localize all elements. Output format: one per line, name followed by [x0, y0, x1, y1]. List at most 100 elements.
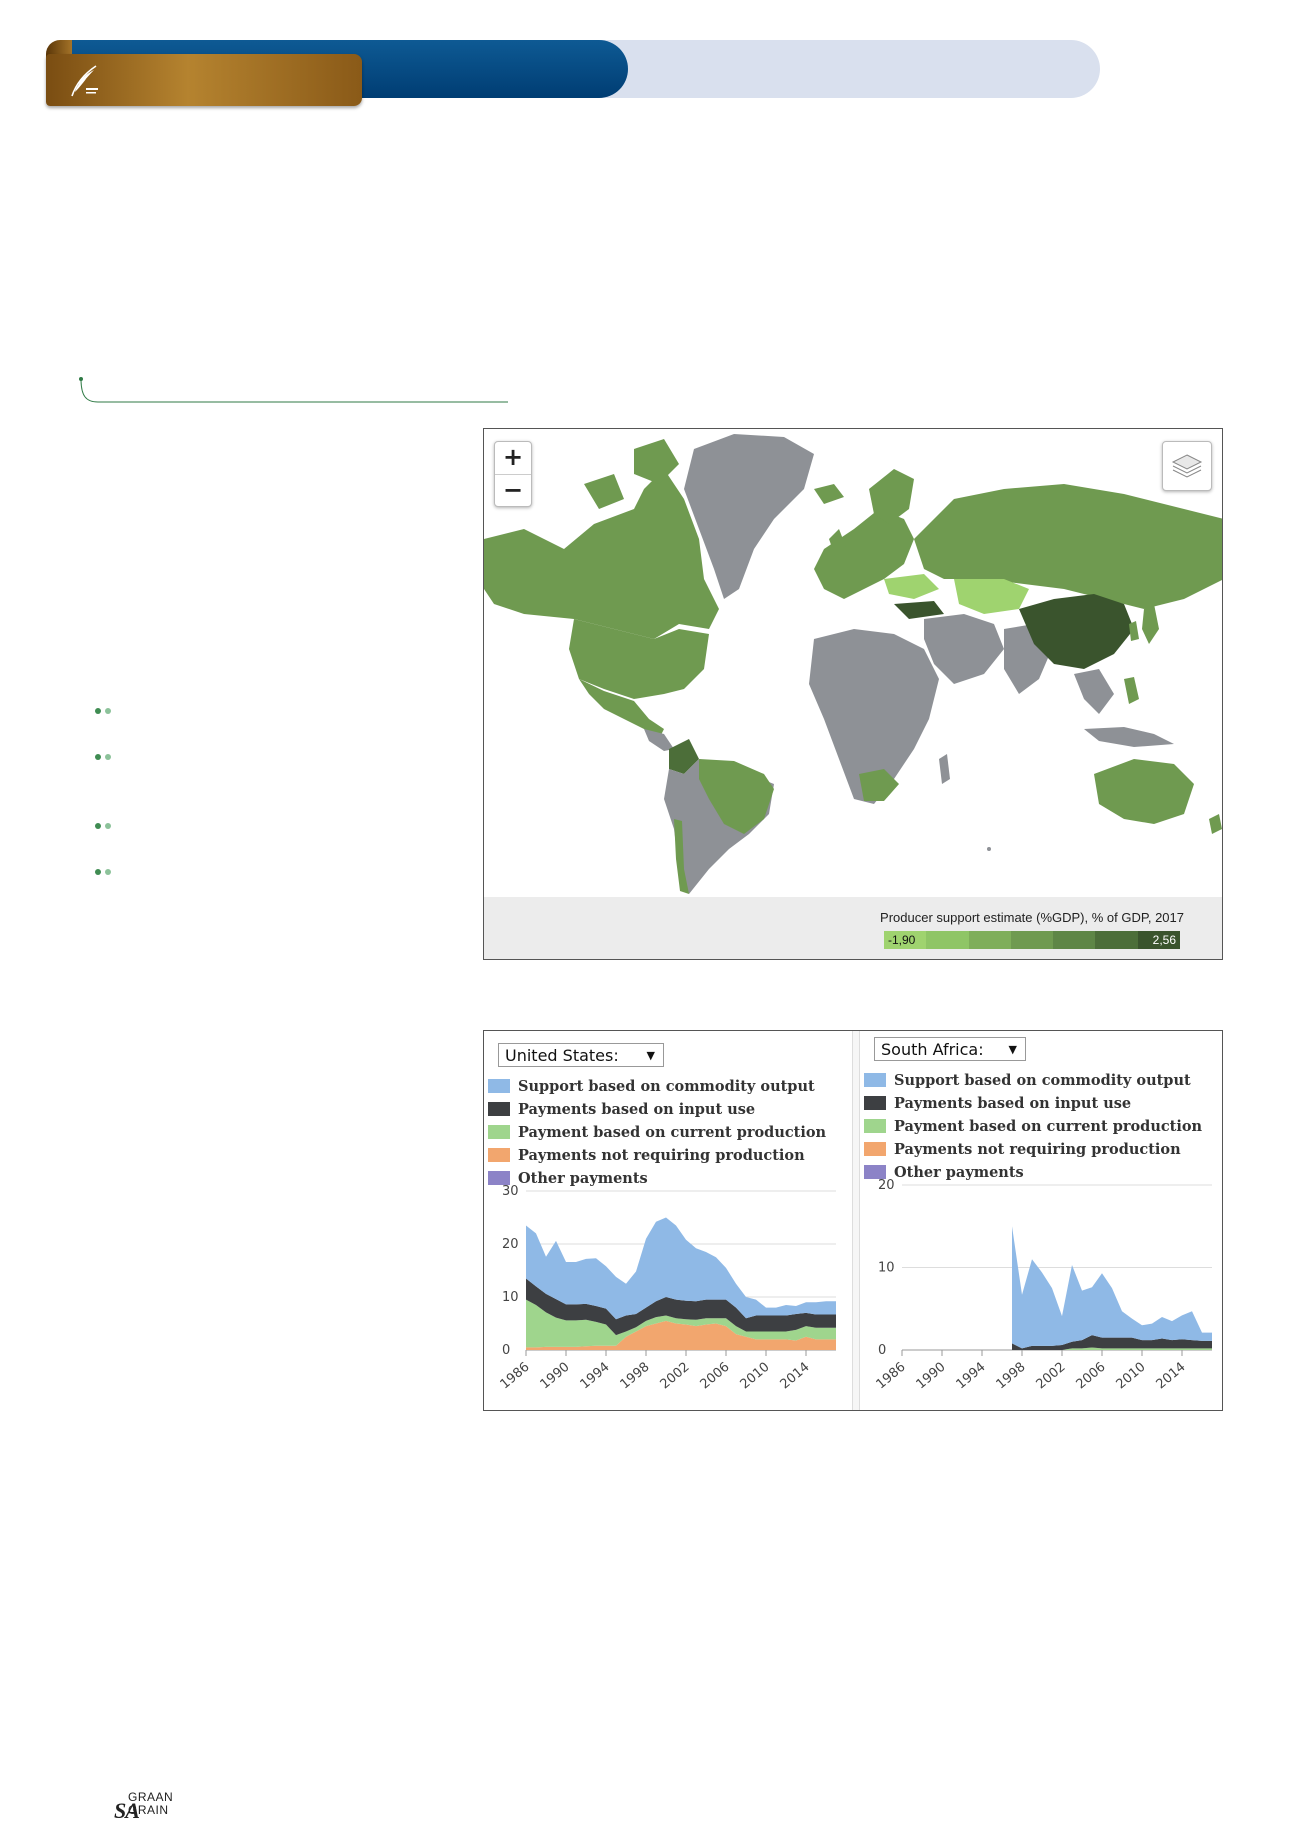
- legend-item[interactable]: Payments not requiring production: [864, 1138, 1202, 1161]
- map-region-indonesia: [1084, 727, 1174, 747]
- x-tick-label: 2002: [658, 1360, 693, 1393]
- chart-legend: Support based on commodity output Payment…: [864, 1069, 1202, 1184]
- map-region-arctic-islands: [634, 439, 679, 484]
- footer-logo-graan: GRAAN: [128, 1790, 174, 1804]
- legend-label: Payment based on current production: [518, 1124, 827, 1141]
- layers-button[interactable]: [1162, 441, 1212, 491]
- map-region-new-zealand: [1209, 814, 1222, 834]
- x-tick-label: 1994: [954, 1360, 989, 1393]
- y-tick-label: 0: [502, 1343, 510, 1358]
- section-divider: [79, 377, 508, 403]
- y-tick-label: 0: [878, 1343, 886, 1358]
- map-region-arctic-islands: [584, 474, 624, 509]
- legend-max-value: 2,56: [1152, 933, 1176, 947]
- y-tick-label: 10: [878, 1261, 895, 1276]
- legend-color-scale: -1,90 2,56: [884, 931, 1180, 949]
- legend-title: Producer support estimate (%GDP), % of G…: [880, 910, 1184, 925]
- legend-label: Payment based on current production: [894, 1118, 1203, 1135]
- x-tick-label: 2002: [1034, 1360, 1069, 1393]
- country-select-united-states[interactable]: United States: ▼: [498, 1043, 664, 1067]
- legend-scale-step: [1010, 931, 1054, 949]
- legend-swatch: [864, 1119, 886, 1133]
- legend-label: Payments not requiring production: [894, 1141, 1181, 1158]
- legend-label: Payments not requiring production: [518, 1147, 805, 1164]
- footer-logo-grain: GRAIN: [128, 1803, 169, 1817]
- header-banner-light: [560, 40, 1100, 98]
- country-select-value: United States:: [505, 1046, 619, 1065]
- y-tick-label: 30: [502, 1184, 519, 1199]
- x-tick-label: 1986: [498, 1360, 533, 1393]
- wheat-logo-icon: [71, 65, 98, 97]
- legend-item[interactable]: Payments based on input use: [864, 1092, 1202, 1115]
- chart-legend: Support based on commodity output Payment…: [488, 1075, 826, 1190]
- map-legend: Producer support estimate (%GDP), % of G…: [484, 897, 1222, 959]
- map-region-kazakhstan: [954, 579, 1029, 614]
- legend-item[interactable]: Payments not requiring production: [488, 1144, 826, 1167]
- dropdown-arrow-icon: ▼: [1008, 1043, 1017, 1056]
- footer-logo: SA GRAAN GRAIN: [114, 1790, 184, 1823]
- map-region-japan: [1142, 604, 1159, 644]
- legend-swatch: [488, 1079, 510, 1093]
- map-region-turkey: [894, 601, 944, 619]
- bullet-marker: [95, 867, 115, 877]
- x-tick-label: 2010: [738, 1360, 773, 1393]
- map-region-southeast-asia: [1074, 669, 1114, 714]
- legend-swatch: [864, 1142, 886, 1156]
- map-region-korea: [1129, 621, 1139, 641]
- legend-label: Payments based on input use: [894, 1095, 1132, 1112]
- x-tick-label: 2006: [1074, 1360, 1109, 1393]
- legend-min-value: -1,90: [888, 933, 916, 947]
- y-tick-label: 20: [502, 1237, 519, 1252]
- x-tick-label: 2014: [1154, 1360, 1189, 1393]
- legend-scale-step: [926, 931, 969, 949]
- chart-panel-south-africa: South Africa: ▼ Support based on commodi…: [860, 1031, 1226, 1410]
- x-tick-label: 1990: [914, 1360, 949, 1393]
- legend-swatch: [488, 1148, 510, 1162]
- zoom-in-button[interactable]: +: [495, 442, 531, 475]
- x-tick-label: 1994: [578, 1360, 613, 1393]
- legend-swatch: [488, 1102, 510, 1116]
- layers-icon: [1171, 454, 1203, 478]
- y-tick-label: 10: [502, 1290, 519, 1305]
- x-tick-label: 1998: [618, 1360, 653, 1393]
- legend-item[interactable]: Payment based on current production: [488, 1121, 826, 1144]
- support-charts-figure: United States: ▼ Support based on commod…: [483, 1030, 1223, 1411]
- legend-label: Support based on commodity output: [518, 1078, 815, 1095]
- zoom-controls: + −: [494, 441, 532, 507]
- x-tick-label: 2014: [778, 1360, 813, 1393]
- chart-panel-united-states: United States: ▼ Support based on commod…: [484, 1031, 850, 1410]
- map-region-australia: [1094, 759, 1194, 824]
- map-region-madagascar: [939, 754, 950, 784]
- legend-item[interactable]: Support based on commodity output: [864, 1069, 1202, 1092]
- x-tick-label: 2010: [1114, 1360, 1149, 1393]
- legend-scale-step: [1095, 931, 1138, 949]
- legend-item[interactable]: Payment based on current production: [864, 1115, 1202, 1138]
- legend-scale-step: [968, 931, 1011, 949]
- legend-swatch: [488, 1125, 510, 1139]
- legend-item[interactable]: Payments based on input use: [488, 1098, 826, 1121]
- zoom-out-button[interactable]: −: [495, 475, 531, 507]
- world-map-figure[interactable]: + − Producer support estimate (%GDP), % …: [483, 428, 1223, 960]
- area-chart-united-states: 0 10 20 30 1986 1990 1994 1998 2002 2006 2010 2014: [498, 1184, 836, 1393]
- bullet-marker: [95, 821, 115, 831]
- x-tick-label: 1998: [994, 1360, 1029, 1393]
- area-series: [1012, 1226, 1212, 1349]
- legend-swatch: [864, 1096, 886, 1110]
- map-region-ukraine: [884, 574, 939, 599]
- map-region-iceland: [814, 484, 844, 504]
- area-chart-south-africa: 0 10 20 1986 1990 1994 1998 2002 2006 2010 2014: [874, 1178, 1212, 1393]
- x-tick-label: 1990: [538, 1360, 573, 1393]
- dropdown-arrow-icon: ▼: [646, 1049, 655, 1062]
- bullet-marker: [95, 752, 115, 762]
- legend-swatch: [864, 1073, 886, 1087]
- y-tick-label: 20: [878, 1178, 895, 1193]
- legend-label: Payments based on input use: [518, 1101, 756, 1118]
- chart-divider: [852, 1031, 860, 1410]
- map-region-greenland: [684, 434, 814, 599]
- map-region-philippines: [1124, 677, 1139, 704]
- world-map[interactable]: [484, 429, 1223, 899]
- x-tick-label: 2006: [698, 1360, 733, 1393]
- legend-scale-step: [1053, 931, 1096, 949]
- country-select-south-africa[interactable]: South Africa: ▼: [874, 1037, 1026, 1061]
- legend-item[interactable]: Support based on commodity output: [488, 1075, 826, 1098]
